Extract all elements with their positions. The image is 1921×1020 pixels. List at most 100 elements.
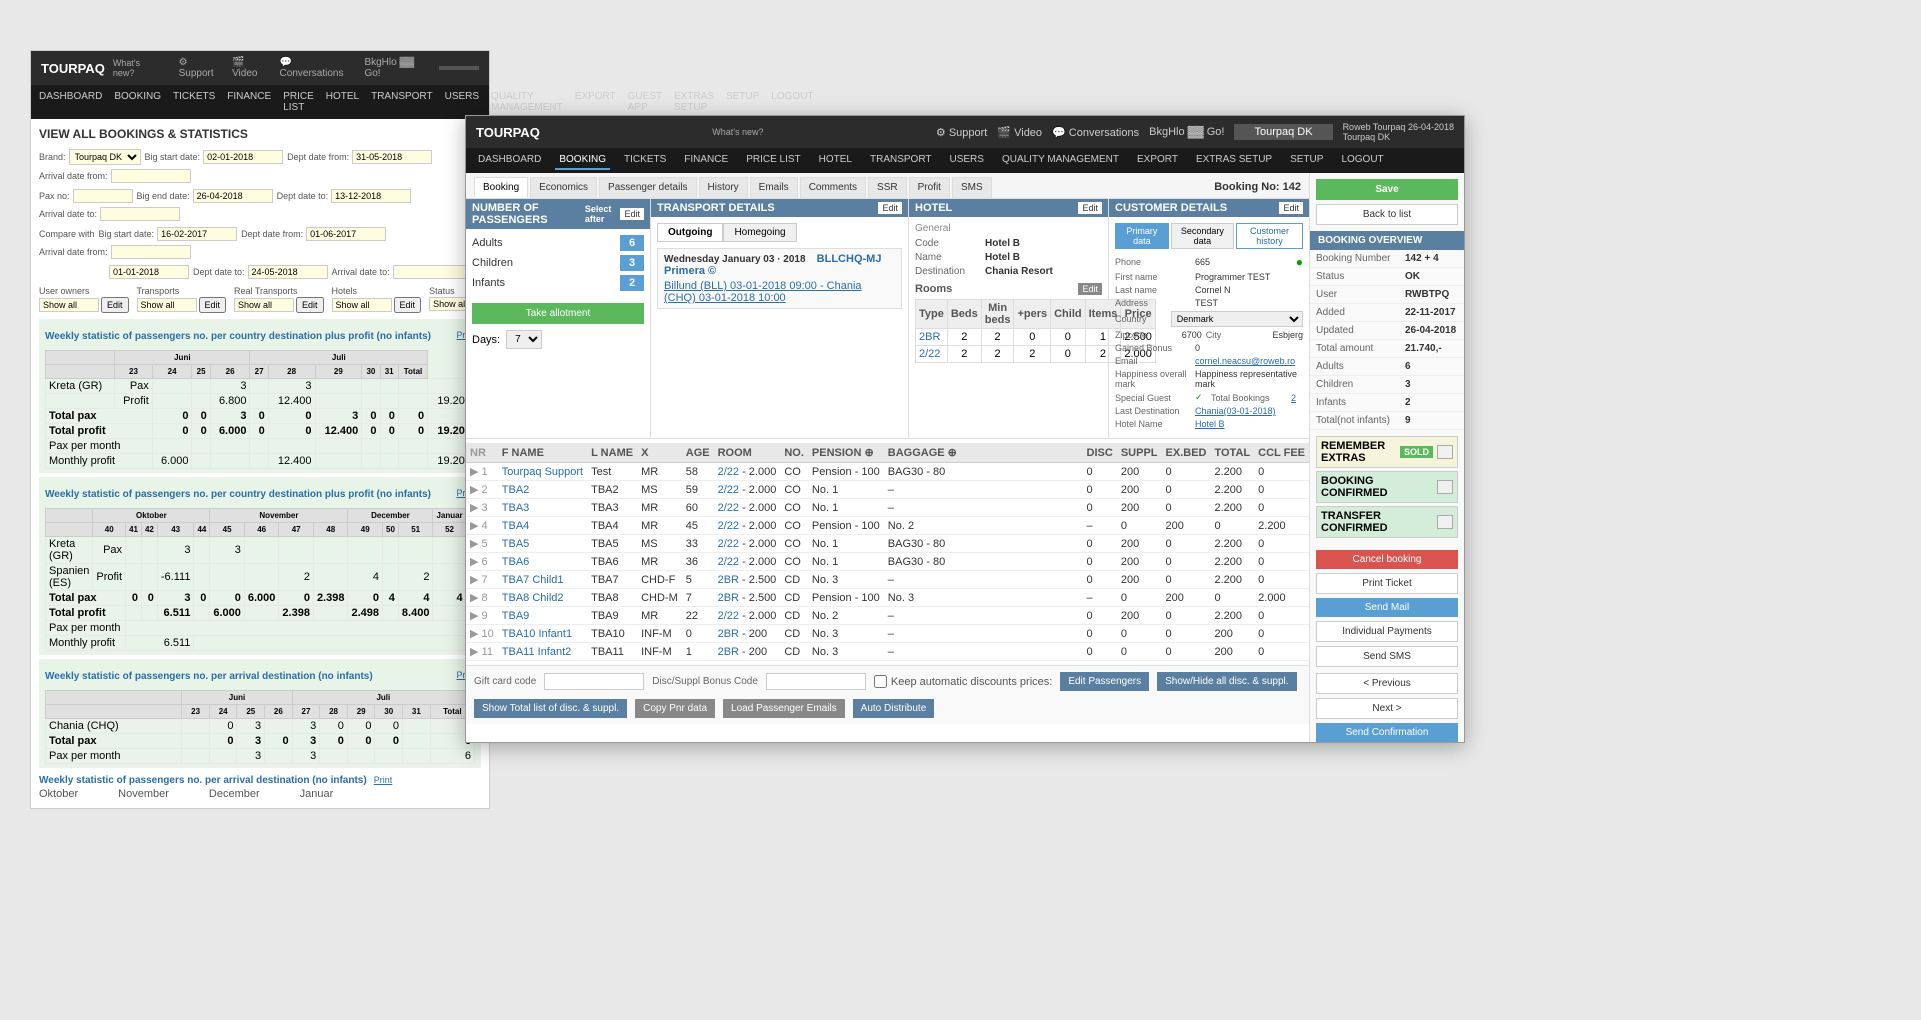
customer-edit-btn[interactable]: Edit bbox=[1279, 202, 1303, 214]
fg-nav-extras[interactable]: EXTRAS SETUP bbox=[1192, 151, 1276, 170]
fg-search-box[interactable]: Tourpaq DK bbox=[1234, 124, 1332, 140]
hotel-name-cust-value[interactable]: Hotel B bbox=[1195, 419, 1303, 429]
tab-ssr[interactable]: SSR bbox=[868, 177, 907, 198]
arrival-from-input[interactable] bbox=[111, 169, 191, 183]
room-type-1[interactable]: 2BR bbox=[916, 329, 948, 346]
show-total-btn[interactable]: Show Total list of disc. & suppl. bbox=[474, 699, 627, 718]
tab-economics[interactable]: Economics bbox=[530, 177, 597, 198]
bg-nav-setup[interactable]: SETUP bbox=[726, 89, 759, 115]
fg-nav-pricelist[interactable]: PRICE LIST bbox=[742, 151, 804, 170]
hotels-input[interactable] bbox=[332, 298, 392, 312]
bg-nav-extras[interactable]: EXTRAS SETUP bbox=[674, 89, 714, 115]
transports-input[interactable] bbox=[137, 298, 197, 312]
dept-to-input[interactable] bbox=[331, 189, 411, 203]
pax-fname-2[interactable]: TBA2 bbox=[498, 481, 587, 499]
fg-nav-export[interactable]: EXPORT bbox=[1133, 151, 1182, 170]
send-sms-button[interactable]: Send SMS bbox=[1316, 646, 1458, 667]
tab-emails[interactable]: Emails bbox=[750, 177, 798, 198]
arrival-to-input[interactable] bbox=[100, 207, 180, 221]
brand-select[interactable]: Tourpaq DK bbox=[69, 149, 141, 165]
fg-video[interactable]: 🎬 Video bbox=[997, 126, 1042, 139]
send-confirmation-button[interactable]: Send Confirmation bbox=[1316, 723, 1458, 742]
user-owners-edit[interactable]: Edit bbox=[101, 297, 129, 313]
fg-nav-booking[interactable]: BOOKING bbox=[555, 151, 610, 170]
arrival-stat-title-2[interactable]: Weekly statistic of passengers no. per a… bbox=[39, 775, 367, 786]
pax-fname-3[interactable]: TBA3 bbox=[498, 499, 587, 517]
fg-nav-finance[interactable]: FINANCE bbox=[680, 151, 732, 170]
pax-fname-7[interactable]: TBA7 Child1 bbox=[498, 571, 587, 589]
arrival-from2-input[interactable] bbox=[111, 245, 191, 259]
fg-nav-logout[interactable]: LOGOUT bbox=[1337, 151, 1387, 170]
fg-nav-dashboard[interactable]: DASHBOARD bbox=[474, 151, 545, 170]
dept-to2-input[interactable] bbox=[248, 265, 328, 279]
pax-edit-btn[interactable]: Edit bbox=[620, 208, 644, 220]
bg-nav-booking[interactable]: BOOKING bbox=[114, 89, 161, 115]
customer-tab-secondary[interactable]: Secondary data bbox=[1171, 223, 1234, 249]
bg-nav-users[interactable]: USERS bbox=[445, 89, 479, 115]
fg-conversations[interactable]: 💬 Conversations bbox=[1052, 126, 1139, 139]
pax-fname-8[interactable]: TBA8 Child2 bbox=[498, 589, 587, 607]
tab-profit[interactable]: Profit bbox=[909, 177, 950, 198]
tab-passenger-details[interactable]: Passenger details bbox=[599, 177, 697, 198]
bg-video[interactable]: 🎬 Video bbox=[232, 57, 271, 79]
bg-nav-export[interactable]: EXPORT bbox=[575, 89, 616, 115]
big-start2-input[interactable] bbox=[157, 227, 237, 241]
tab-sms[interactable]: SMS bbox=[952, 177, 992, 198]
days-select[interactable]: 7 bbox=[506, 330, 542, 349]
booking-confirmed-checkbox[interactable] bbox=[1437, 480, 1453, 494]
copy-pnr-btn[interactable]: Copy Pnr data bbox=[635, 699, 715, 718]
customer-tab-primary[interactable]: Primary data bbox=[1115, 223, 1169, 249]
transport-edit-btn[interactable]: Edit bbox=[878, 202, 902, 214]
send-mail-button[interactable]: Send Mail bbox=[1316, 598, 1458, 617]
save-button[interactable]: Save bbox=[1316, 179, 1458, 200]
next-button[interactable]: Next > bbox=[1316, 698, 1458, 719]
fg-nav-tickets[interactable]: TICKETS bbox=[620, 151, 670, 170]
real-transports-edit[interactable]: Edit bbox=[296, 297, 324, 313]
dept-from2-input[interactable] bbox=[306, 227, 386, 241]
email-value[interactable]: cornel.neacsu@roweb.ro bbox=[1195, 356, 1303, 366]
arrival-to2-input[interactable] bbox=[393, 265, 473, 279]
remember-extras-checkbox[interactable] bbox=[1437, 445, 1453, 459]
previous-button[interactable]: < Previous bbox=[1316, 673, 1458, 694]
big-end-input[interactable] bbox=[193, 189, 273, 203]
bg-nav-dashboard[interactable]: DASHBOARD bbox=[39, 89, 102, 115]
dept-from-input[interactable] bbox=[352, 150, 432, 164]
gift-input[interactable] bbox=[544, 673, 644, 690]
pax-fname-6[interactable]: TBA6 bbox=[498, 553, 587, 571]
pax-fname-11[interactable]: TBA11 Infant2 bbox=[498, 643, 587, 661]
print-link-4[interactable]: Print bbox=[374, 775, 393, 785]
bg-nav-pricelist[interactable]: PRICE LIST bbox=[283, 89, 314, 115]
weekly-stat-title-2[interactable]: Weekly statistic of passengers no. per c… bbox=[45, 489, 431, 500]
bg-nav-transport[interactable]: TRANSPORT bbox=[371, 89, 433, 115]
bg-support[interactable]: ⚙ Support bbox=[179, 57, 224, 79]
disc-input[interactable] bbox=[766, 673, 866, 690]
load-emails-btn[interactable]: Load Passenger Emails bbox=[723, 699, 845, 718]
edit-pax-btn[interactable]: Edit Passengers bbox=[1060, 672, 1149, 691]
transports-edit[interactable]: Edit bbox=[199, 297, 227, 313]
hotel-edit-btn[interactable]: Edit bbox=[1078, 202, 1102, 214]
tab-booking[interactable]: Booking bbox=[474, 177, 528, 198]
country-select[interactable]: Denmark bbox=[1171, 311, 1303, 327]
bg-nav-quality[interactable]: QUALITY MANAGEMENT bbox=[491, 89, 563, 115]
weekly-stat-title-3[interactable]: Weekly statistic of passengers no. per a… bbox=[45, 671, 373, 682]
weekly-stat-title-1[interactable]: Weekly statistic of passengers no. per c… bbox=[45, 331, 431, 342]
pax-fname-5[interactable]: TBA5 bbox=[498, 535, 587, 553]
room-type-2[interactable]: 2/22 bbox=[916, 346, 948, 363]
pax-fname-10[interactable]: TBA10 Infant1 bbox=[498, 625, 587, 643]
tab-comments[interactable]: Comments bbox=[800, 177, 866, 198]
pax-fname-4[interactable]: TBA4 bbox=[498, 517, 587, 535]
keep-prices-checkbox[interactable] bbox=[874, 675, 887, 688]
back-to-list-button[interactable]: Back to list bbox=[1316, 204, 1458, 225]
cancel-booking-button[interactable]: Cancel booking bbox=[1316, 550, 1458, 569]
fg-support[interactable]: ⚙ Support bbox=[936, 126, 987, 139]
transfer-confirmed-checkbox[interactable] bbox=[1437, 515, 1453, 529]
total-bookings-value[interactable]: 2 bbox=[1291, 393, 1303, 403]
auto-distribute-btn[interactable]: Auto Distribute bbox=[853, 699, 935, 718]
fg-nav-users[interactable]: USERS bbox=[946, 151, 988, 170]
fg-nav-setup[interactable]: SETUP bbox=[1286, 151, 1327, 170]
fg-nav-quality[interactable]: QUALITY MANAGEMENT bbox=[998, 151, 1123, 170]
pax-fname-1[interactable]: Tourpaq Support bbox=[498, 463, 587, 481]
user-owners-input[interactable] bbox=[39, 298, 99, 312]
tab-history[interactable]: History bbox=[699, 177, 748, 198]
transport-tab-outgoing[interactable]: Outgoing bbox=[657, 223, 723, 242]
